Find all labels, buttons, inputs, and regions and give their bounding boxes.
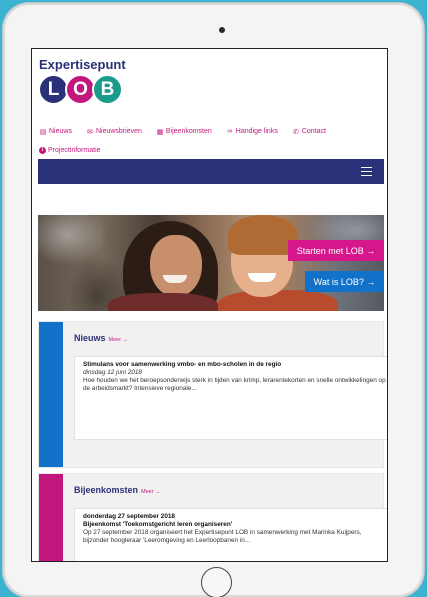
nav-item-label: Projectinformatie: [48, 147, 101, 154]
nav-item-nieuws[interactable]: ▤ Nieuws: [39, 128, 72, 136]
hero-boy-jacket: [218, 290, 338, 311]
nav-item-contact[interactable]: ✆ Contact: [292, 128, 326, 136]
nav-item-handige-links[interactable]: ∞ Handige links: [226, 128, 278, 135]
nav-item-bijeenkomsten[interactable]: ▦ Bijeenkomsten: [156, 128, 212, 136]
news-more-link[interactable]: Meer →: [109, 337, 129, 343]
events-card[interactable]: donderdag 27 september 2018 Bijeenkomst …: [74, 508, 387, 561]
events-more-link[interactable]: Meer →: [141, 489, 161, 495]
nav-item-label: Handige links: [235, 128, 278, 135]
news-card[interactable]: Stimulans voor samenwerking vmbo- en mbo…: [74, 356, 387, 440]
events-title: Bijeenkomsten: [74, 485, 139, 495]
nav-item-label: Nieuws: [49, 128, 72, 135]
events-section: Bijeenkomsten Meer → donderdag 27 septem…: [38, 473, 387, 561]
brand-name: Expertisepunt: [39, 57, 126, 72]
what-is-lob-button[interactable]: Wat is LOB? →: [305, 271, 384, 292]
phone-icon: ✆: [292, 128, 299, 136]
news-title: Nieuws: [74, 333, 106, 343]
hero-girl-face: [150, 235, 202, 297]
link-icon: ∞: [227, 128, 233, 135]
nav-item-label: Contact: [301, 128, 326, 135]
top-navigation: ▤ Nieuws ✉ Nieuwsbrieven ▦ Bijeenkomsten…: [39, 122, 384, 160]
camera-dot: [219, 27, 225, 33]
news-section: Nieuws Meer → Stimulans voor samenwerkin…: [38, 321, 387, 468]
news-heading: Nieuws Meer →: [74, 333, 128, 343]
event-item-date: donderdag 27 september 2018: [83, 513, 175, 520]
events-accent-stripe: [39, 474, 63, 561]
nav-item-label: Bijeenkomsten: [165, 128, 212, 135]
news-item-title[interactable]: Stimulans voor samenwerking vmbo- en mbo…: [83, 361, 387, 369]
main-navbar: [38, 159, 384, 184]
nav-item-projectinformatie[interactable]: i Projectinformatie: [39, 147, 101, 154]
lob-logo[interactable]: L O B: [38, 74, 123, 108]
hero-banner: Starten met LOB → Wat is LOB? →: [38, 215, 384, 311]
newspaper-icon: ▤: [39, 128, 47, 136]
logo-letter-b: B: [92, 74, 123, 105]
info-icon: i: [39, 147, 46, 154]
calendar-icon: ▦: [156, 128, 164, 136]
envelope-icon: ✉: [87, 128, 93, 136]
hero-girl-shirt: [108, 293, 218, 311]
event-item-title[interactable]: Bijeenkomst 'Toekomstgericht leren organ…: [83, 521, 387, 529]
news-item-date: dinsdag 12 juni 2018: [83, 369, 142, 376]
news-item-text: Hoe houden we het beroepsonderwijs sterk…: [83, 377, 386, 392]
tablet-frame: Expertisepunt L O B ▤ Nieuws ✉ Nieuwsbri…: [3, 3, 424, 597]
events-heading: Bijeenkomsten Meer →: [74, 485, 161, 495]
browser-screen: Expertisepunt L O B ▤ Nieuws ✉ Nieuwsbri…: [31, 48, 388, 562]
nav-item-nieuwsbrieven[interactable]: ✉ Nieuwsbrieven: [86, 128, 142, 136]
news-accent-stripe: [39, 322, 63, 467]
home-button[interactable]: [201, 567, 232, 597]
start-with-lob-button[interactable]: Starten met LOB →: [288, 240, 384, 261]
nav-item-label: Nieuwsbrieven: [95, 128, 142, 135]
event-item-text: Op 27 september 2018 organiseert het Exp…: [83, 529, 362, 544]
hamburger-menu-icon[interactable]: [361, 167, 372, 176]
